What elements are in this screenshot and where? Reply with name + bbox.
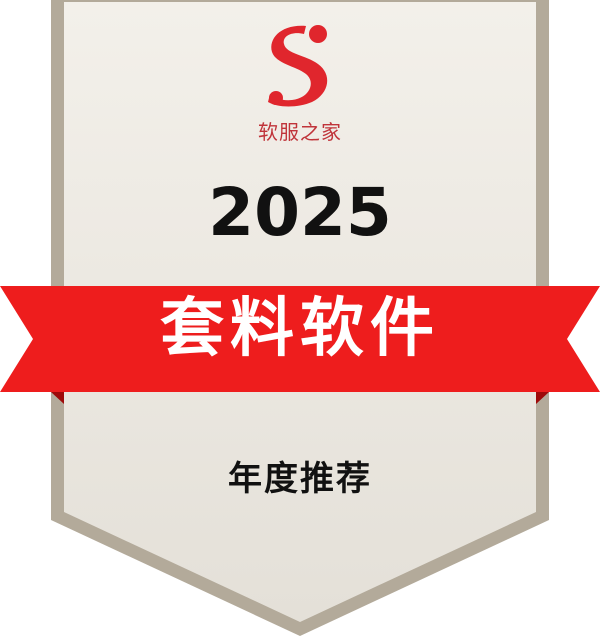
s-logo-icon [268, 25, 328, 107]
award-subtitle: 年度推荐 [228, 459, 372, 499]
brand-name: 软服之家 [258, 120, 342, 144]
award-year: 2025 [208, 174, 392, 251]
ribbon-label: 套料软件 [160, 292, 440, 366]
